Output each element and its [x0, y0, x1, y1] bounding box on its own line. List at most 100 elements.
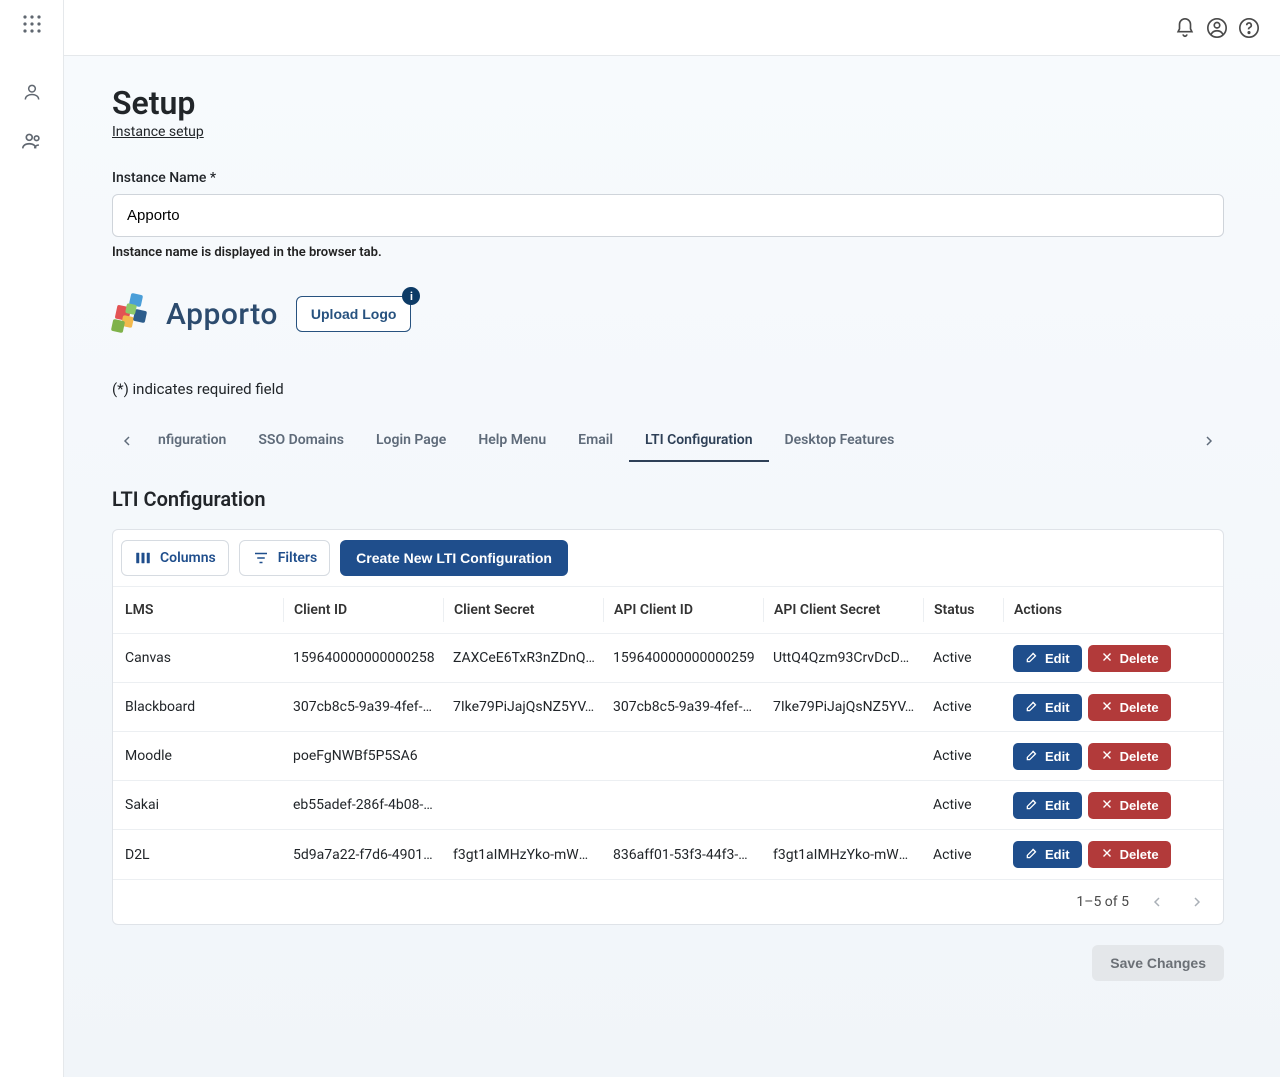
close-icon: [1100, 748, 1114, 765]
cell-api-client-id: 307cb8c5-9a39-4fef-b…: [603, 699, 763, 715]
brand-logo: Apporto: [112, 292, 278, 336]
pencil-icon: [1025, 650, 1039, 667]
cell-actions: EditDelete: [1003, 792, 1163, 819]
pagination-next-icon[interactable]: [1185, 890, 1209, 914]
brand-text: Apporto: [166, 297, 278, 332]
tabs: nfigurationSSO DomainsLogin PageHelp Men…: [112, 420, 1224, 463]
cell-client-id: 5d9a7a22-f7d6-4901-…: [283, 847, 443, 863]
pagination-prev-icon[interactable]: [1145, 890, 1169, 914]
cell-client-secret: 7Ike79PiJajQsNZ5YV…: [443, 699, 603, 715]
save-changes-button[interactable]: Save Changes: [1092, 945, 1224, 981]
cell-lms: Moodle: [123, 748, 283, 764]
breadcrumb-instance-setup[interactable]: Instance setup: [112, 124, 204, 140]
col-header-lms[interactable]: LMS: [123, 598, 283, 622]
col-header-client-secret[interactable]: Client Secret: [443, 598, 603, 622]
pencil-icon: [1025, 846, 1039, 863]
close-icon: [1100, 846, 1114, 863]
col-header-api-client-id[interactable]: API Client ID: [603, 598, 763, 622]
section-title: LTI Configuration: [112, 487, 1224, 511]
cell-lms: Blackboard: [123, 699, 283, 715]
cell-client-id: eb55adef-286f-4b08-…: [283, 797, 443, 813]
close-icon: [1100, 650, 1114, 667]
edit-button[interactable]: Edit: [1013, 694, 1082, 721]
edit-button[interactable]: Edit: [1013, 645, 1082, 672]
tab-scroll-left-icon[interactable]: [112, 433, 142, 449]
delete-button[interactable]: Delete: [1088, 841, 1171, 868]
close-icon: [1100, 699, 1114, 716]
cell-actions: EditDelete: [1003, 645, 1163, 672]
lti-table-card: Columns Filters Create New LTI Configura…: [112, 529, 1224, 925]
cell-lms: Canvas: [123, 650, 283, 666]
cell-client-id: 159640000000000258: [283, 650, 443, 666]
pencil-icon: [1025, 797, 1039, 814]
cell-client-id: 307cb8c5-9a39-4fef-b…: [283, 699, 443, 715]
required-field-note: (*) indicates required field: [112, 380, 1224, 398]
tab-scroll-right-icon[interactable]: [1194, 433, 1224, 449]
table-header: LMS Client ID Client Secret API Client I…: [113, 586, 1223, 634]
cell-status: Active: [923, 699, 1003, 715]
bell-icon[interactable]: [1174, 17, 1196, 39]
table-row: Sakaieb55adef-286f-4b08-…ActiveEditDelet…: [113, 781, 1223, 830]
col-header-actions[interactable]: Actions: [1003, 598, 1163, 622]
cell-lms: D2L: [123, 847, 283, 863]
filter-icon: [252, 549, 270, 567]
cell-status: Active: [923, 797, 1003, 813]
table-row: D2L5d9a7a22-f7d6-4901-…f3gt1aIMHzYko-mWU…: [113, 830, 1223, 879]
content-area: Setup Instance setup Instance Name * Ins…: [64, 56, 1280, 1077]
cell-api-client-secret: f3gt1aIMHzYko-mWU…: [763, 847, 923, 863]
delete-button[interactable]: Delete: [1088, 743, 1171, 770]
columns-button[interactable]: Columns: [121, 540, 229, 576]
delete-button[interactable]: Delete: [1088, 792, 1171, 819]
pencil-icon: [1025, 699, 1039, 716]
side-rail: [0, 0, 64, 1077]
columns-icon: [134, 549, 152, 567]
cell-actions: EditDelete: [1003, 694, 1163, 721]
cell-api-client-secret: 7Ike79PiJajQsNZ5YV…: [763, 699, 923, 715]
instance-name-hint: Instance name is displayed in the browse…: [112, 245, 1224, 260]
col-header-status[interactable]: Status: [923, 598, 1003, 622]
cell-client-secret: ZAXCeE6TxR3nZDnQ…: [443, 650, 603, 666]
create-lti-button[interactable]: Create New LTI Configuration: [340, 540, 568, 576]
logo-mark-icon: [112, 292, 156, 336]
tab-email[interactable]: Email: [562, 420, 629, 462]
pencil-icon: [1025, 748, 1039, 765]
cell-actions: EditDelete: [1003, 743, 1163, 770]
cell-status: Active: [923, 847, 1003, 863]
pagination-range: 1–5 of 5: [1076, 894, 1129, 910]
filters-button[interactable]: Filters: [239, 540, 330, 576]
apps-grid-icon[interactable]: [22, 14, 42, 38]
cell-lms: Sakai: [123, 797, 283, 813]
edit-button[interactable]: Edit: [1013, 743, 1082, 770]
users-icon[interactable]: [21, 130, 43, 156]
table-row: MoodlepoeFgNWBf5P5SA6ActiveEditDelete: [113, 732, 1223, 781]
tab-nfiguration[interactable]: nfiguration: [142, 420, 242, 462]
col-header-api-client-secret[interactable]: API Client Secret: [763, 598, 923, 622]
edit-button[interactable]: Edit: [1013, 792, 1082, 819]
cell-client-secret: f3gt1aIMHzYko-mWU…: [443, 847, 603, 863]
account-icon[interactable]: [1206, 17, 1228, 39]
topbar: [64, 0, 1280, 56]
delete-button[interactable]: Delete: [1088, 645, 1171, 672]
tab-login-page[interactable]: Login Page: [360, 420, 462, 462]
delete-button[interactable]: Delete: [1088, 694, 1171, 721]
info-icon[interactable]: i: [402, 287, 420, 305]
upload-logo-button[interactable]: Upload Logo: [296, 296, 412, 332]
tab-desktop-features[interactable]: Desktop Features: [769, 420, 911, 462]
cell-api-client-id: 159640000000000259: [603, 650, 763, 666]
col-header-client-id[interactable]: Client ID: [283, 598, 443, 622]
close-icon: [1100, 797, 1114, 814]
cell-actions: EditDelete: [1003, 841, 1163, 868]
page-title: Setup: [112, 84, 1224, 122]
instance-name-input[interactable]: [112, 194, 1224, 237]
user-icon[interactable]: [22, 82, 42, 106]
cell-status: Active: [923, 650, 1003, 666]
cell-api-client-secret: UttQ4Qzm93CrvDcDF…: [763, 650, 923, 666]
help-icon[interactable]: [1238, 17, 1260, 39]
tab-sso-domains[interactable]: SSO Domains: [242, 420, 360, 462]
edit-button[interactable]: Edit: [1013, 841, 1082, 868]
cell-client-id: poeFgNWBf5P5SA6: [283, 748, 443, 764]
tab-help-menu[interactable]: Help Menu: [462, 420, 562, 462]
table-row: Canvas159640000000000258ZAXCeE6TxR3nZDnQ…: [113, 634, 1223, 683]
instance-name-label: Instance Name *: [112, 170, 1224, 186]
tab-lti-configuration[interactable]: LTI Configuration: [629, 420, 769, 462]
